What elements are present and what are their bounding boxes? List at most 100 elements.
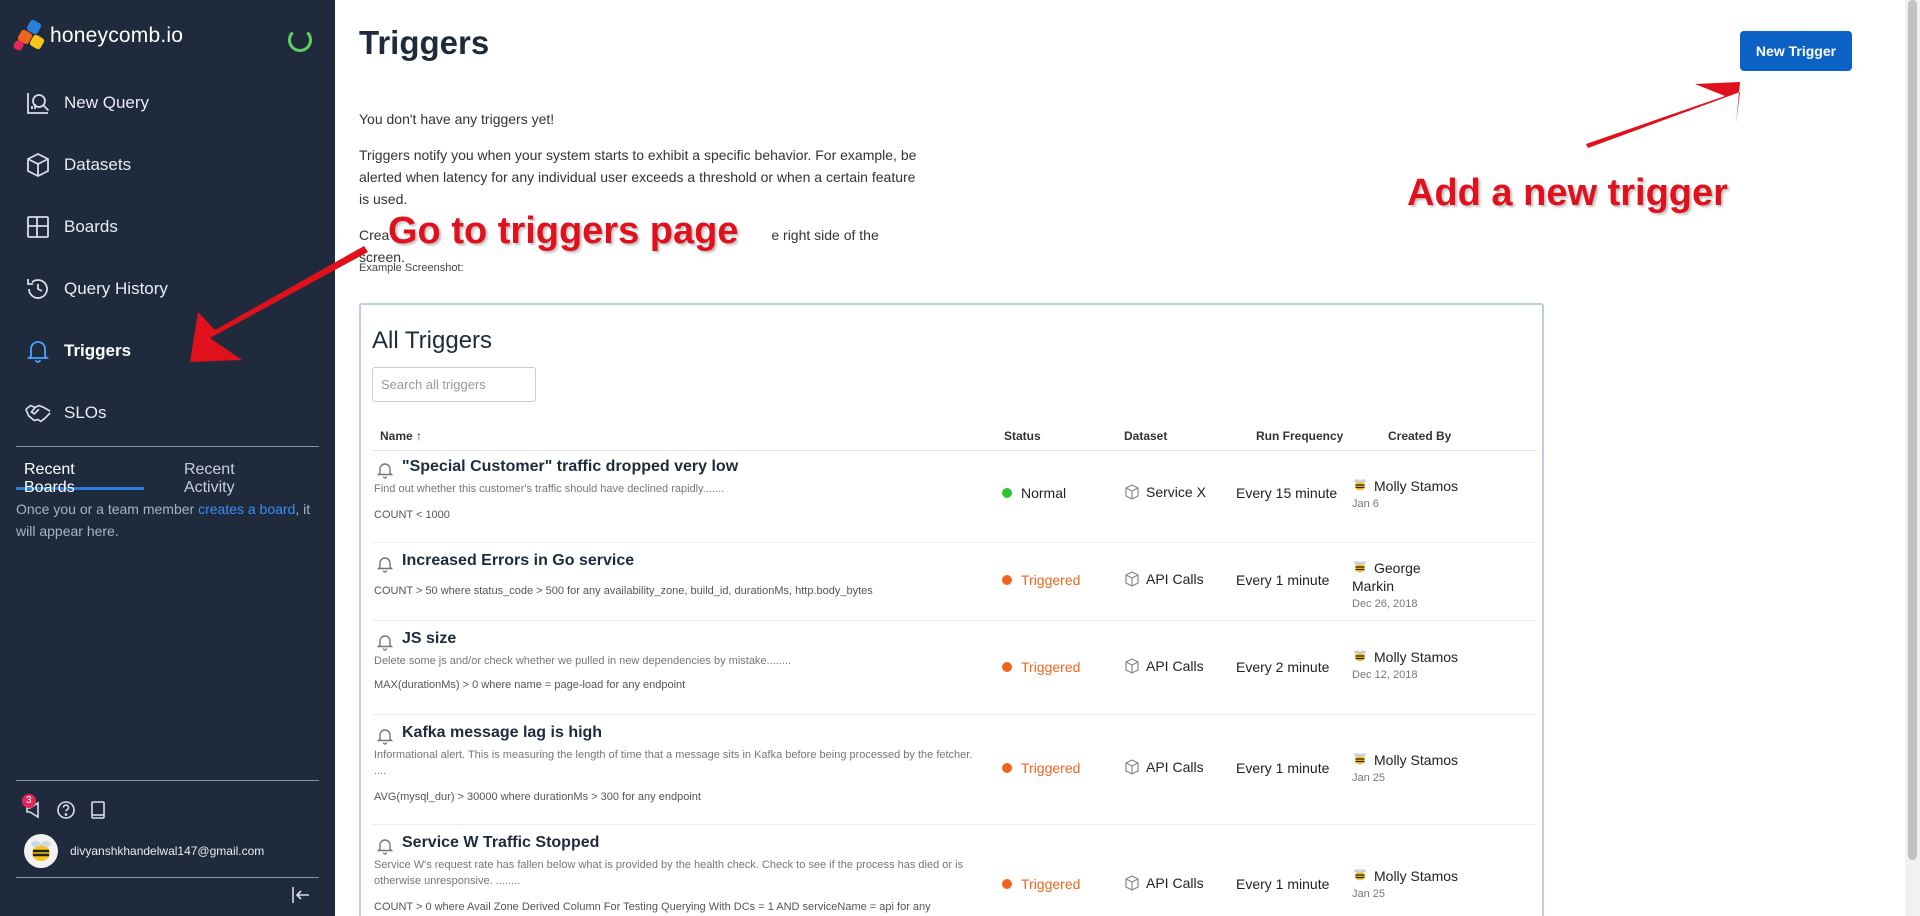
column-header-frequency[interactable]: Run Frequency	[1256, 429, 1343, 443]
help-icon[interactable]	[56, 800, 76, 820]
trigger-name[interactable]: Increased Errors in Go service	[402, 552, 634, 570]
sidebar-nav: New Query Datasets Boards Query History	[0, 72, 335, 444]
loading-spinner-icon	[288, 28, 312, 52]
table-row[interactable]: Service W Traffic Stopped Service W's re…	[372, 825, 1537, 916]
status-badge: Triggered	[1002, 659, 1080, 675]
status-badge: Triggered	[1002, 876, 1080, 892]
annotation-go-to-triggers: Go to triggers page	[388, 210, 739, 252]
example-label: Example Screenshot:	[359, 262, 464, 274]
sidebar-item-triggers[interactable]: Triggers	[0, 320, 335, 382]
created-by: Molly Stamos Jan 25	[1352, 752, 1459, 784]
recent-boards-empty-text: Once you or a team member creates a boar…	[16, 501, 311, 539]
trigger-name[interactable]: "Special Customer" traffic dropped very …	[402, 458, 738, 476]
new-trigger-button[interactable]: New Trigger	[1740, 31, 1852, 71]
created-by: Molly Stamos Jan 25	[1352, 868, 1459, 900]
created-by: Molly Stamos Jan 6	[1352, 478, 1459, 510]
sidebar-item-datasets[interactable]: Datasets	[0, 134, 335, 196]
bell-icon	[24, 337, 52, 365]
app: honeycomb.io New Query Datasets Boards Q…	[0, 0, 1920, 916]
bee-avatar-icon	[1354, 650, 1366, 662]
notification-badge: 3	[22, 794, 36, 808]
bee-avatar-icon	[1354, 753, 1366, 765]
run-frequency: Every 1 minute	[1236, 760, 1330, 776]
sidebar-divider	[16, 877, 319, 878]
status-badge: Triggered	[1002, 760, 1080, 776]
column-header-created-by[interactable]: Created By	[1388, 429, 1451, 443]
example-screenshot: All Triggers Name ↑ Status Dataset Run F…	[359, 303, 1544, 916]
run-frequency: Every 1 minute	[1236, 572, 1330, 588]
sidebar-divider	[16, 780, 319, 781]
sidebar-footer-icons: 3	[22, 794, 108, 820]
trigger-query: COUNT > 0 where Avail Zone Derived Colum…	[374, 901, 931, 913]
bee-avatar-icon	[1354, 869, 1366, 881]
table-row[interactable]: "Special Customer" traffic dropped very …	[372, 449, 1537, 543]
sidebar-item-slos[interactable]: SLOs	[0, 382, 335, 444]
table-row[interactable]: Increased Errors in Go service COUNT > 5…	[372, 543, 1537, 621]
bell-icon	[376, 555, 394, 573]
dataset-cell[interactable]: Service X	[1124, 484, 1206, 500]
sidebar-item-query-history[interactable]: Query History	[0, 258, 335, 320]
trigger-name[interactable]: Service W Traffic Stopped	[402, 834, 599, 852]
bell-icon	[376, 837, 394, 855]
trigger-description: Informational alert. This is measuring t…	[374, 749, 973, 777]
table-row[interactable]: JS size Delete some js and/or check whet…	[372, 621, 1537, 715]
dataset-cell[interactable]: API Calls	[1124, 571, 1204, 587]
sidebar: honeycomb.io New Query Datasets Boards Q…	[0, 0, 335, 916]
user-account[interactable]: divyanshkhandelwal147@gmail.com	[24, 834, 264, 868]
sidebar-divider	[16, 446, 319, 447]
trigger-name[interactable]: Kafka message lag is high	[402, 724, 602, 742]
page-title: Triggers	[359, 24, 490, 61]
handshake-icon	[24, 399, 52, 427]
bee-avatar-icon	[1354, 561, 1366, 573]
announcements-icon[interactable]: 3	[22, 794, 44, 820]
triggers-table: "Special Customer" traffic dropped very …	[372, 449, 1537, 916]
user-email: divyanshkhandelwal147@gmail.com	[70, 844, 265, 858]
column-header-name[interactable]: Name ↑	[380, 429, 422, 443]
created-by: George Markin Dec 26, 2018	[1352, 560, 1421, 610]
main-content: Triggers New Trigger You don't have any …	[335, 0, 1905, 916]
run-frequency: Every 1 minute	[1236, 876, 1330, 892]
dataset-cell[interactable]: API Calls	[1124, 658, 1204, 674]
trigger-query: MAX(durationMs) > 0 where name = page-lo…	[374, 679, 686, 691]
table-row[interactable]: Kafka message lag is high Informational …	[372, 715, 1537, 825]
create-board-link[interactable]: creates a board	[198, 501, 295, 517]
sidebar-tabs: Recent Boards Recent Activity	[16, 452, 319, 496]
sidebar-item-label: Datasets	[64, 155, 132, 174]
column-header-dataset[interactable]: Dataset	[1124, 429, 1167, 443]
status-dot-icon	[1002, 763, 1012, 773]
trigger-name[interactable]: JS size	[402, 630, 456, 648]
cube-icon	[1125, 571, 1139, 587]
cube-icon	[1125, 759, 1139, 775]
status-badge: Triggered	[1002, 572, 1080, 588]
sort-up-icon: ↑	[416, 429, 423, 443]
honeycomb-logo-icon	[12, 18, 46, 52]
trigger-description: Delete some js and/or check whether we p…	[374, 655, 792, 667]
column-header-status[interactable]: Status	[1004, 429, 1041, 443]
docs-icon[interactable]	[88, 800, 108, 820]
dataset-cell[interactable]: API Calls	[1124, 875, 1204, 891]
boards-icon	[24, 213, 52, 241]
sidebar-item-label: Query History	[64, 279, 168, 298]
logo[interactable]: honeycomb.io	[12, 14, 184, 58]
avatar	[24, 834, 58, 868]
sidebar-item-boards[interactable]: Boards	[0, 196, 335, 258]
empty-state-text: You don't have any triggers yet!	[359, 111, 555, 127]
dataset-cell[interactable]: API Calls	[1124, 759, 1204, 775]
sidebar-item-new-query[interactable]: New Query	[0, 72, 335, 134]
cube-icon	[1125, 875, 1139, 891]
brand-name: honeycomb.io	[50, 24, 184, 47]
run-frequency: Every 2 minute	[1236, 659, 1330, 675]
annotation-add-new-trigger: Add a new trigger	[1407, 172, 1728, 214]
cube-icon	[24, 151, 52, 179]
search-input[interactable]	[372, 367, 536, 402]
trigger-description: Find out whether this customer's traffic…	[374, 483, 725, 495]
status-badge: Normal	[1002, 485, 1066, 501]
bell-icon	[376, 633, 394, 651]
trigger-query: COUNT > 50 where status_code > 500 for a…	[374, 585, 873, 597]
scrollbar-thumb[interactable]	[1908, 0, 1917, 860]
tab-recent-activity[interactable]: Recent Activity	[176, 452, 287, 496]
trigger-description: Service W's request rate has fallen belo…	[374, 859, 964, 887]
trigger-query: COUNT < 1000	[374, 509, 450, 521]
tab-recent-boards[interactable]: Recent Boards	[16, 452, 144, 496]
collapse-sidebar-icon[interactable]	[290, 884, 312, 906]
